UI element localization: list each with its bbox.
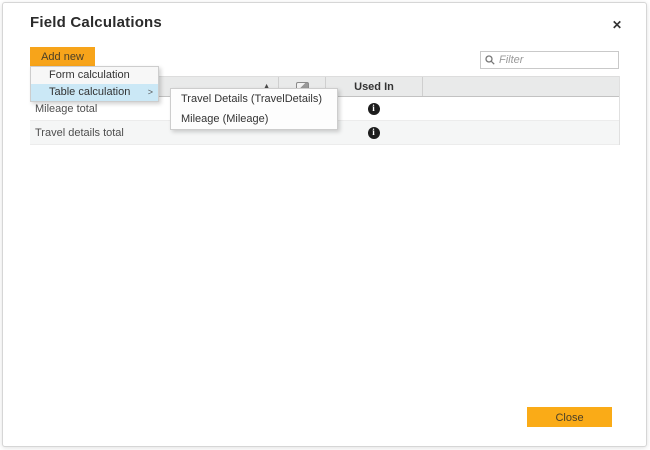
menu-item-label: Table calculation (49, 86, 131, 98)
row-used-in-cell: i (325, 102, 422, 115)
screen: Field Calculations ✕ Add new ▲ Used In (0, 0, 650, 450)
filter-box (480, 51, 619, 69)
used-in-label: Used In (354, 80, 394, 93)
close-icon[interactable]: ✕ (608, 16, 626, 34)
column-header-filler (422, 77, 619, 96)
submenu-item-mileage[interactable]: Mileage (Mileage) (171, 109, 337, 129)
submenu-arrow-icon: > (147, 87, 153, 97)
column-header-used-in[interactable]: Used In (325, 77, 422, 96)
info-icon[interactable]: i (367, 126, 380, 139)
field-calculations-dialog: Field Calculations ✕ Add new ▲ Used In (2, 2, 647, 447)
add-new-button[interactable]: Add new (30, 47, 95, 66)
search-icon (485, 55, 495, 65)
menu-item-form-calculation[interactable]: Form calculation (31, 67, 158, 84)
submenu-item-travel-details[interactable]: Travel Details (TravelDetails) (171, 89, 337, 109)
filter-input[interactable] (495, 54, 614, 66)
table-calculation-submenu: Travel Details (TravelDetails) Mileage (… (170, 88, 338, 130)
info-icon[interactable]: i (367, 102, 380, 115)
add-new-dropdown-menu: Form calculation Table calculation > (30, 66, 159, 102)
dialog-title: Field Calculations (30, 14, 162, 31)
row-used-in-cell: i (325, 126, 422, 139)
close-button[interactable]: Close (527, 407, 612, 427)
menu-item-table-calculation[interactable]: Table calculation > (31, 84, 158, 101)
